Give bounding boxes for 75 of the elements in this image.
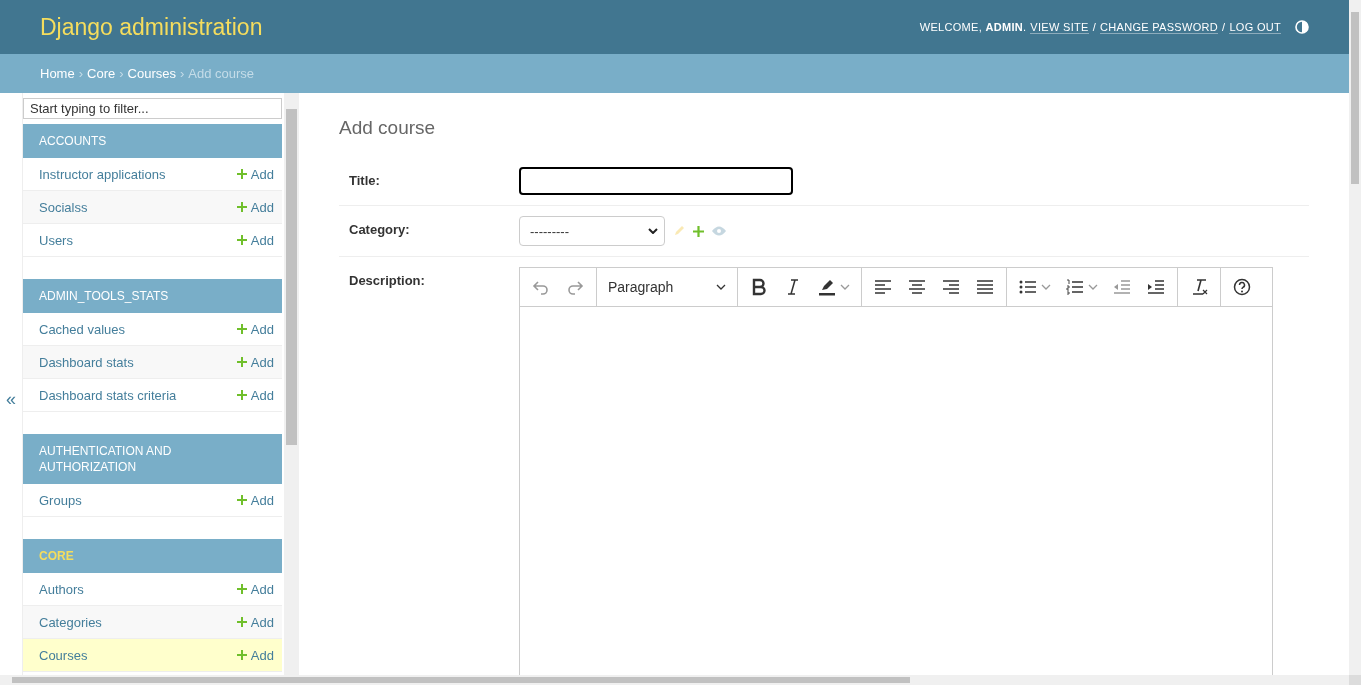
theme-toggle-icon[interactable] [1295,20,1309,34]
module-caption[interactable]: ACCOUNTS [23,124,282,158]
plus-icon [236,650,247,660]
breadcrumb-link[interactable]: Home [40,66,75,81]
model-link[interactable]: Instructor applications [39,166,166,182]
add-link[interactable]: Add [236,581,274,597]
scrollbar-thumb[interactable] [286,109,297,445]
breadcrumb-link[interactable]: Core [87,66,116,81]
justify-icon [975,277,995,297]
model-link[interactable]: Users [39,232,73,248]
add-link[interactable]: Add [236,647,274,663]
scrollbar-corner [1349,675,1361,685]
plus-icon [236,495,247,505]
module-caption[interactable]: ADMIN_TOOLS_STATS [23,279,282,313]
plus-icon [236,617,247,627]
user-tool-link[interactable]: CHANGE PASSWORD [1100,20,1219,34]
scrollbar-thumb[interactable] [12,677,910,683]
model-link[interactable]: Groups [39,492,82,508]
plus-icon [236,235,247,245]
heading-dropdown[interactable]: Paragraph [602,271,732,303]
add-link[interactable]: Add [236,232,274,248]
site-name-link[interactable]: Django administration [40,13,263,41]
breadcrumb-separator: › [119,66,124,81]
separator-text: / [1092,21,1097,33]
breadcrumb-link[interactable]: Courses [127,66,176,81]
separator-text: / [1222,21,1226,33]
title-input-field[interactable] [519,167,793,195]
field-label: Description: [349,272,426,288]
align-center-icon [907,277,927,297]
plus-icon [236,357,247,367]
model-link[interactable]: Courses [39,647,88,663]
plus-icon [236,324,247,334]
model-link[interactable]: Socialss [39,199,88,215]
plus-icon [236,169,247,179]
caret-icon[interactable] [840,284,850,290]
filter-field[interactable]: Start typing to filter... [23,98,282,119]
indent-icon [1146,277,1166,297]
outdent-icon [1112,277,1132,297]
plus-icon [236,390,247,400]
model-link[interactable]: Dashboard stats [39,354,134,370]
field-label: Title: [349,172,381,188]
align-left-icon [873,277,893,297]
page-title: Add course [339,117,437,139]
breadcrumb-separator: › [180,66,185,81]
user-tool-link[interactable]: LOG OUT [1229,20,1281,34]
add-link[interactable]: Add [236,614,274,630]
scrollbar-thumb[interactable] [1351,12,1359,184]
caret-icon[interactable] [1041,284,1051,290]
category-select[interactable]: --------- [519,216,665,246]
add-link[interactable]: Add [236,199,274,215]
add-link[interactable]: Add [236,387,274,403]
field-label: Category: [349,221,411,237]
chevron-down-icon [648,228,658,234]
breadcrumb-current: Add course [188,66,255,81]
model-link[interactable]: Cached values [39,321,125,337]
model-link[interactable]: Authors [39,581,84,597]
model-link[interactable]: Dashboard stats criteria [39,387,177,403]
add-link[interactable]: Add [236,321,274,337]
module-caption[interactable]: AUTHENTICATION AND AUTHORIZATION [23,434,282,484]
add-link[interactable]: Add [236,492,274,508]
chevron-down-icon [716,284,726,290]
plus-icon [236,584,247,594]
caret-icon[interactable] [1088,284,1098,290]
sidebar-toggle-button[interactable]: « [6,388,16,410]
numbered-list-icon [1065,277,1085,297]
plus-icon [236,202,247,212]
add-link[interactable]: Add [236,166,274,182]
help-icon [1232,277,1252,297]
align-right-icon [941,277,961,297]
add-link[interactable]: Add [236,354,274,370]
user-tool-link[interactable]: VIEW SITE [1030,20,1089,34]
highlight-icon [817,277,837,297]
breadcrumb-separator: › [78,66,84,81]
welcome-text: WELCOME, ADMIN. [919,21,1027,33]
model-link[interactable]: Categories [39,614,102,630]
